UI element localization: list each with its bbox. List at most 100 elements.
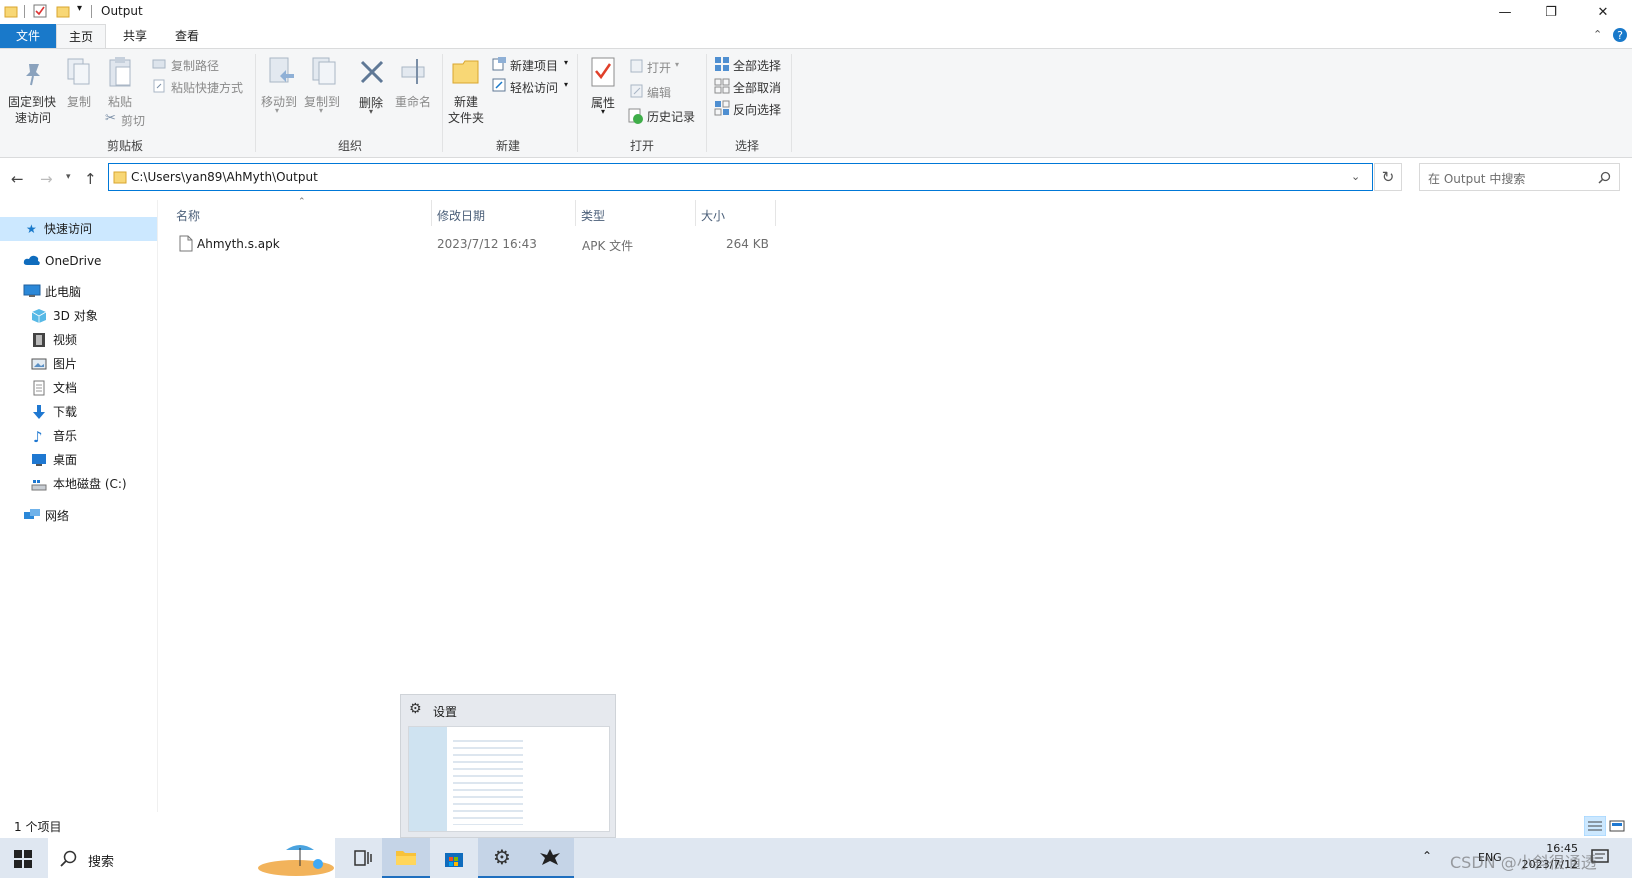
select-none-button[interactable]: 全部取消 (733, 79, 781, 96)
new-folder-button[interactable]: 新建 (454, 93, 478, 110)
nav-item-pictures[interactable]: 图片 (53, 353, 77, 375)
show-hidden-icons-icon[interactable]: ⌃ (1422, 849, 1432, 863)
invert-selection-icon[interactable] (714, 100, 730, 116)
open-icon[interactable] (630, 59, 644, 73)
history-icon[interactable] (628, 108, 644, 124)
select-all-icon[interactable] (714, 56, 730, 72)
maximize-button[interactable]: ❐ (1528, 0, 1574, 24)
invert-selection-button[interactable]: 反向选择 (733, 101, 781, 118)
cut-button[interactable]: 剪切 (121, 112, 145, 129)
paste-shortcut-icon[interactable] (152, 79, 166, 93)
edit-icon[interactable] (630, 84, 644, 98)
sort-ascending-icon: ⌃ (298, 197, 306, 207)
nav-pane-divider[interactable] (157, 200, 158, 812)
easy-access-chevron-icon: ▾ (564, 80, 569, 89)
open-button[interactable]: 打开 (647, 59, 671, 76)
column-header-modified[interactable]: 修改日期 (437, 207, 485, 224)
open-chevron-icon: ▾ (675, 60, 680, 69)
nav-item-3d-objects[interactable]: 3D 对象 (53, 305, 98, 327)
refresh-button[interactable]: ↻ (1374, 163, 1402, 191)
tab-view[interactable]: 查看 (163, 24, 211, 48)
pin-quick-access-button[interactable]: 固定到快 (8, 93, 56, 110)
recent-locations-icon[interactable]: ▾ (66, 172, 71, 182)
new-folder-quick-icon[interactable] (56, 4, 70, 18)
close-button[interactable]: ✕ (1574, 0, 1632, 24)
file-modified: 2023/7/12 16:43 (437, 237, 537, 251)
column-divider[interactable] (575, 200, 576, 226)
settings-taskbar-icon[interactable]: ⚙ (478, 838, 526, 878)
new-item-button[interactable]: 新建项目 (510, 57, 558, 74)
copy-path-icon[interactable] (152, 57, 166, 71)
address-dropdown-icon[interactable]: ⌄ (1351, 170, 1360, 183)
nav-item-downloads[interactable]: 下载 (53, 401, 77, 423)
large-icons-view-icon[interactable] (1609, 818, 1625, 834)
column-header-type[interactable]: 类型 (581, 207, 605, 224)
details-view-icon[interactable] (1584, 816, 1606, 836)
address-path[interactable]: C:\Users\yan89\AhMyth\Output (131, 170, 318, 184)
nav-item-this-pc[interactable]: 此电脑 (45, 281, 81, 303)
paste-shortcut-button[interactable]: 粘贴快捷方式 (171, 79, 243, 96)
copy-path-button[interactable]: 复制路径 (171, 57, 219, 74)
search-icon[interactable] (1598, 171, 1611, 184)
file-type: APK 文件 (582, 239, 634, 253)
file-name[interactable]: Ahmyth.s.apk (197, 237, 280, 251)
paste-icon[interactable] (108, 56, 134, 88)
column-header-name[interactable]: 名称 (176, 207, 200, 224)
nav-item-local-disk[interactable]: 本地磁盘 (C:) (53, 473, 127, 495)
tab-file[interactable]: 文件 (0, 24, 56, 48)
ahmyth-app-icon[interactable] (526, 838, 574, 878)
ribbon (0, 48, 1632, 158)
edit-button[interactable]: 编辑 (647, 84, 671, 101)
tab-share[interactable]: 共享 (111, 24, 159, 48)
easy-access-icon[interactable] (492, 78, 507, 93)
star-icon: ★ (26, 222, 37, 236)
nav-item-videos[interactable]: 视频 (53, 329, 77, 351)
nav-item-desktop[interactable]: 桌面 (53, 449, 77, 471)
copy-button[interactable]: 复制 (67, 93, 91, 110)
history-button[interactable]: 历史记录 (647, 108, 695, 125)
column-divider[interactable] (431, 200, 432, 226)
move-to-chevron-icon: ▾ (275, 106, 280, 115)
nav-item-quick-access[interactable]: 快速访问 (44, 218, 92, 240)
file-explorer-taskbar-icon[interactable] (382, 838, 430, 878)
paste-button[interactable]: 粘贴 (108, 93, 132, 110)
rename-button[interactable]: 重命名 (395, 93, 431, 110)
easy-access-button[interactable]: 轻松访问 (510, 79, 558, 96)
rename-icon[interactable] (399, 56, 429, 88)
move-to-icon[interactable] (266, 56, 296, 88)
download-icon (33, 405, 45, 419)
minimize-button[interactable]: — (1482, 0, 1528, 24)
back-button[interactable]: ← (11, 170, 24, 188)
select-all-button[interactable]: 全部选择 (733, 57, 781, 74)
store-icon[interactable] (430, 838, 478, 878)
task-view-icon[interactable] (339, 838, 387, 878)
popup-thumbnail[interactable] (408, 726, 610, 832)
windows-start-icon[interactable] (14, 850, 32, 868)
new-item-icon[interactable] (492, 56, 507, 71)
new-folder-icon[interactable] (451, 56, 481, 86)
nav-item-network[interactable]: 网络 (45, 505, 69, 527)
forward-button[interactable]: → (40, 170, 53, 188)
tab-home[interactable]: 主页 (56, 24, 107, 49)
group-organize-label: 组织 (337, 139, 362, 153)
collapse-ribbon-icon[interactable]: ⌃ (1593, 28, 1602, 41)
copy-icon[interactable] (66, 57, 92, 87)
file-icon (179, 235, 193, 252)
nav-item-music[interactable]: 音乐 (53, 425, 77, 447)
cut-icon[interactable]: ✂ (105, 111, 116, 126)
select-none-icon[interactable] (714, 78, 730, 94)
column-header-size[interactable]: 大小 (701, 207, 725, 224)
nav-item-onedrive[interactable]: OneDrive (45, 250, 101, 272)
up-button[interactable]: ↑ (84, 170, 97, 188)
properties-icon[interactable] (590, 56, 616, 88)
nav-item-documents[interactable]: 文档 (53, 377, 77, 399)
properties-quick-icon[interactable] (33, 4, 47, 18)
column-divider[interactable] (775, 200, 776, 226)
copy-to-icon[interactable] (309, 56, 339, 88)
column-divider[interactable] (695, 200, 696, 226)
help-icon[interactable]: ? (1612, 27, 1628, 43)
pin-icon[interactable] (19, 60, 47, 88)
cube-3d-icon (31, 309, 47, 323)
customize-quick-access-icon[interactable]: ▾ (77, 3, 82, 14)
delete-icon[interactable] (358, 58, 386, 86)
